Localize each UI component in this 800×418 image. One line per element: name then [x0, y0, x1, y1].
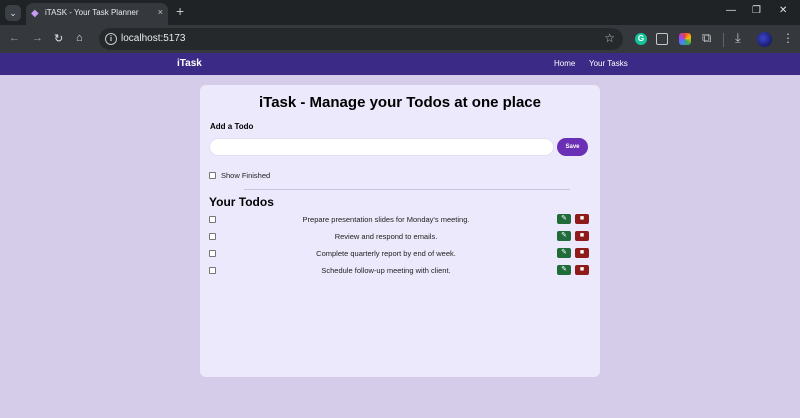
restore-icon[interactable]: ❐	[752, 5, 761, 16]
todo-checkbox[interactable]	[209, 250, 216, 257]
todo-item: Complete quarterly report by end of week…	[200, 247, 600, 261]
toolbar-divider	[723, 33, 724, 47]
window-close-icon[interactable]: ✕	[779, 5, 787, 16]
show-finished-label: Show Finished	[221, 171, 271, 180]
todo-text: Schedule follow-up meeting with client.	[321, 266, 451, 275]
todo-checkbox[interactable]	[209, 216, 216, 223]
todo-item: Prepare presentation slides for Monday's…	[200, 213, 600, 227]
edit-icon[interactable]: ✎	[557, 265, 571, 275]
forward-arrow-icon[interactable]: →	[32, 32, 43, 44]
extension-icon[interactable]	[656, 33, 668, 45]
app-navbar: iTask Home Your Tasks	[0, 53, 800, 75]
show-finished-checkbox[interactable]	[209, 172, 216, 179]
edit-icon[interactable]: ✎	[557, 231, 571, 241]
todo-checkbox[interactable]	[209, 267, 216, 274]
url-text[interactable]: localhost:5173	[121, 33, 186, 44]
add-todo-label: Add a Todo	[210, 122, 254, 131]
nav-link-home[interactable]: Home	[554, 59, 575, 68]
delete-trash-icon[interactable]: ■	[575, 231, 589, 241]
delete-trash-icon[interactable]: ■	[575, 265, 589, 275]
edit-icon[interactable]: ✎	[557, 214, 571, 224]
delete-trash-icon[interactable]: ■	[575, 248, 589, 258]
tab-title: iTASK - Your Task Planner	[45, 8, 139, 17]
site-info-icon[interactable]: i	[105, 33, 117, 45]
edit-icon[interactable]: ✎	[557, 248, 571, 258]
extensions-puzzle-icon[interactable]: ⧉	[702, 30, 711, 46]
browser-menu-icon[interactable]: ⋮	[782, 31, 794, 45]
todo-text: Review and respond to emails.	[334, 232, 438, 241]
todo-text: Prepare presentation slides for Monday's…	[302, 215, 470, 224]
browser-tab[interactable]: ◆ iTASK - Your Task Planner ×	[26, 3, 168, 25]
profile-avatar[interactable]	[757, 32, 772, 47]
grammarly-extension-icon[interactable]: G	[635, 33, 647, 45]
todo-card: iTask - Manage your Todos at one place A…	[200, 85, 600, 377]
save-button[interactable]: Save	[557, 138, 588, 156]
todo-text: Complete quarterly report by end of week…	[316, 249, 456, 258]
home-icon[interactable]: ⌂	[76, 32, 83, 44]
page-title: iTask - Manage your Todos at one place	[258, 94, 541, 111]
todo-item: Review and respond to emails. ✎ ■	[200, 230, 600, 244]
todos-heading: Your Todos	[209, 195, 274, 209]
reload-icon[interactable]: ↻	[54, 32, 63, 45]
address-bar[interactable]: i localhost:5173 ☆	[99, 28, 623, 50]
tab-search-chevron-down-icon[interactable]: ⌄	[5, 5, 21, 21]
tab-close-icon[interactable]: ×	[158, 7, 163, 17]
divider	[244, 189, 570, 190]
new-tab-plus-icon[interactable]: +	[176, 3, 184, 19]
download-icon[interactable]: ⤓	[735, 30, 741, 46]
nav-link-your-tasks[interactable]: Your Tasks	[589, 59, 628, 68]
todo-checkbox[interactable]	[209, 233, 216, 240]
todo-input[interactable]	[209, 138, 554, 156]
tab-favicon-icon: ◆	[31, 8, 39, 19]
color-extension-icon[interactable]	[679, 33, 691, 45]
delete-trash-icon[interactable]: ■	[575, 214, 589, 224]
brand-logo[interactable]: iTask	[177, 58, 202, 69]
minimize-icon[interactable]: —	[726, 5, 736, 16]
browser-tabstrip: ⌄ ◆ iTASK - Your Task Planner × + — ❐ ✕	[0, 0, 800, 25]
todo-item: Schedule follow-up meeting with client. …	[200, 264, 600, 278]
bookmark-star-icon[interactable]: ☆	[604, 31, 615, 45]
back-arrow-icon[interactable]: ←	[9, 32, 20, 44]
